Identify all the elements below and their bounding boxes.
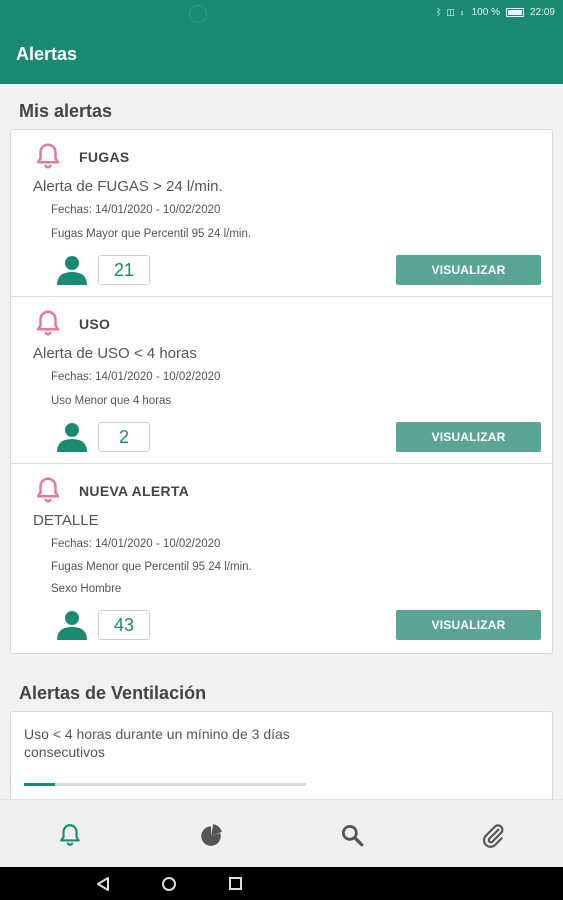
back-icon[interactable] — [96, 876, 110, 892]
front-camera — [189, 5, 207, 23]
alert-name: FUGAS — [79, 149, 130, 165]
alert-item-fugas: FUGAS Alerta de FUGAS > 24 l/min. Fechas… — [11, 130, 552, 297]
patient-count: 2 — [98, 422, 150, 452]
alerts-card: FUGAS Alerta de FUGAS > 24 l/min. Fechas… — [10, 129, 553, 654]
bell-icon[interactable] — [57, 822, 83, 848]
alert-condition: Fugas Mayor que Percentil 95 24 l/min. — [51, 228, 252, 240]
status-bar: ᛒ ◫ ⧖ 100 % 22:09 — [0, 0, 563, 24]
alert-condition: Sexo Hombre — [51, 583, 122, 595]
person-icon — [57, 423, 87, 452]
alert-condition: Uso Menor que 4 horas — [51, 395, 172, 407]
ventilacion-title: Alertas de Ventilación — [19, 683, 207, 703]
status-icons: ᛒ ◫ ⧖ — [436, 6, 466, 17]
progress-bar — [24, 783, 306, 786]
bell-icon — [36, 143, 60, 169]
visualizar-button[interactable]: VISUALIZAR — [396, 255, 541, 285]
recents-icon[interactable] — [228, 876, 243, 891]
page-title: Alertas — [16, 43, 78, 64]
alert-dates: Fechas: 14/01/2020 - 10/02/2020 — [51, 204, 221, 216]
ventilation-alert-card[interactable]: Uso < 4 horas durante un mínino de 3 día… — [10, 711, 553, 811]
alert-condition: Fugas Menor que Percentil 95 24 l/min. — [51, 561, 252, 573]
mis-alertas-title: Mis alertas — [19, 101, 113, 121]
bell-icon — [36, 477, 60, 503]
person-icon — [57, 256, 87, 285]
ventilation-alert-text: Uso < 4 horas durante un mínino de 3 día… — [24, 726, 290, 760]
bell-icon — [36, 310, 60, 336]
system-navigation-bar — [0, 867, 563, 900]
patient-count: 21 — [98, 255, 150, 285]
alert-dates: Fechas: 14/01/2020 - 10/02/2020 — [51, 538, 221, 550]
clock: 22:09 — [529, 6, 555, 18]
alert-dates: Fechas: 14/01/2020 - 10/02/2020 — [51, 371, 221, 383]
pie-chart-icon[interactable] — [198, 822, 224, 848]
alert-description: Alerta de USO < 4 horas — [33, 345, 197, 362]
alert-name: NUEVA ALERTA — [79, 483, 190, 499]
home-icon[interactable] — [161, 876, 177, 892]
app-bar: Alertas — [0, 24, 563, 84]
alert-item-uso: USO Alerta de USO < 4 horas Fechas: 14/0… — [11, 297, 552, 464]
alert-description: Alerta de FUGAS > 24 l/min. — [33, 178, 223, 195]
patient-count: 43 — [98, 610, 150, 640]
alert-item-nueva-alerta: NUEVA ALERTA DETALLE Fechas: 14/01/2020 … — [11, 464, 552, 653]
search-icon[interactable] — [339, 822, 365, 848]
battery-icon — [505, 7, 524, 17]
bottom-navigation — [0, 799, 563, 867]
alert-name: USO — [79, 316, 111, 332]
person-icon — [57, 611, 87, 640]
visualizar-button[interactable]: VISUALIZAR — [396, 610, 541, 640]
visualizar-button[interactable]: VISUALIZAR — [396, 422, 541, 452]
alert-description: DETALLE — [33, 512, 99, 529]
paperclip-icon[interactable] — [480, 822, 506, 848]
battery-level: 100 % — [471, 6, 500, 18]
progress-fill — [24, 783, 56, 786]
